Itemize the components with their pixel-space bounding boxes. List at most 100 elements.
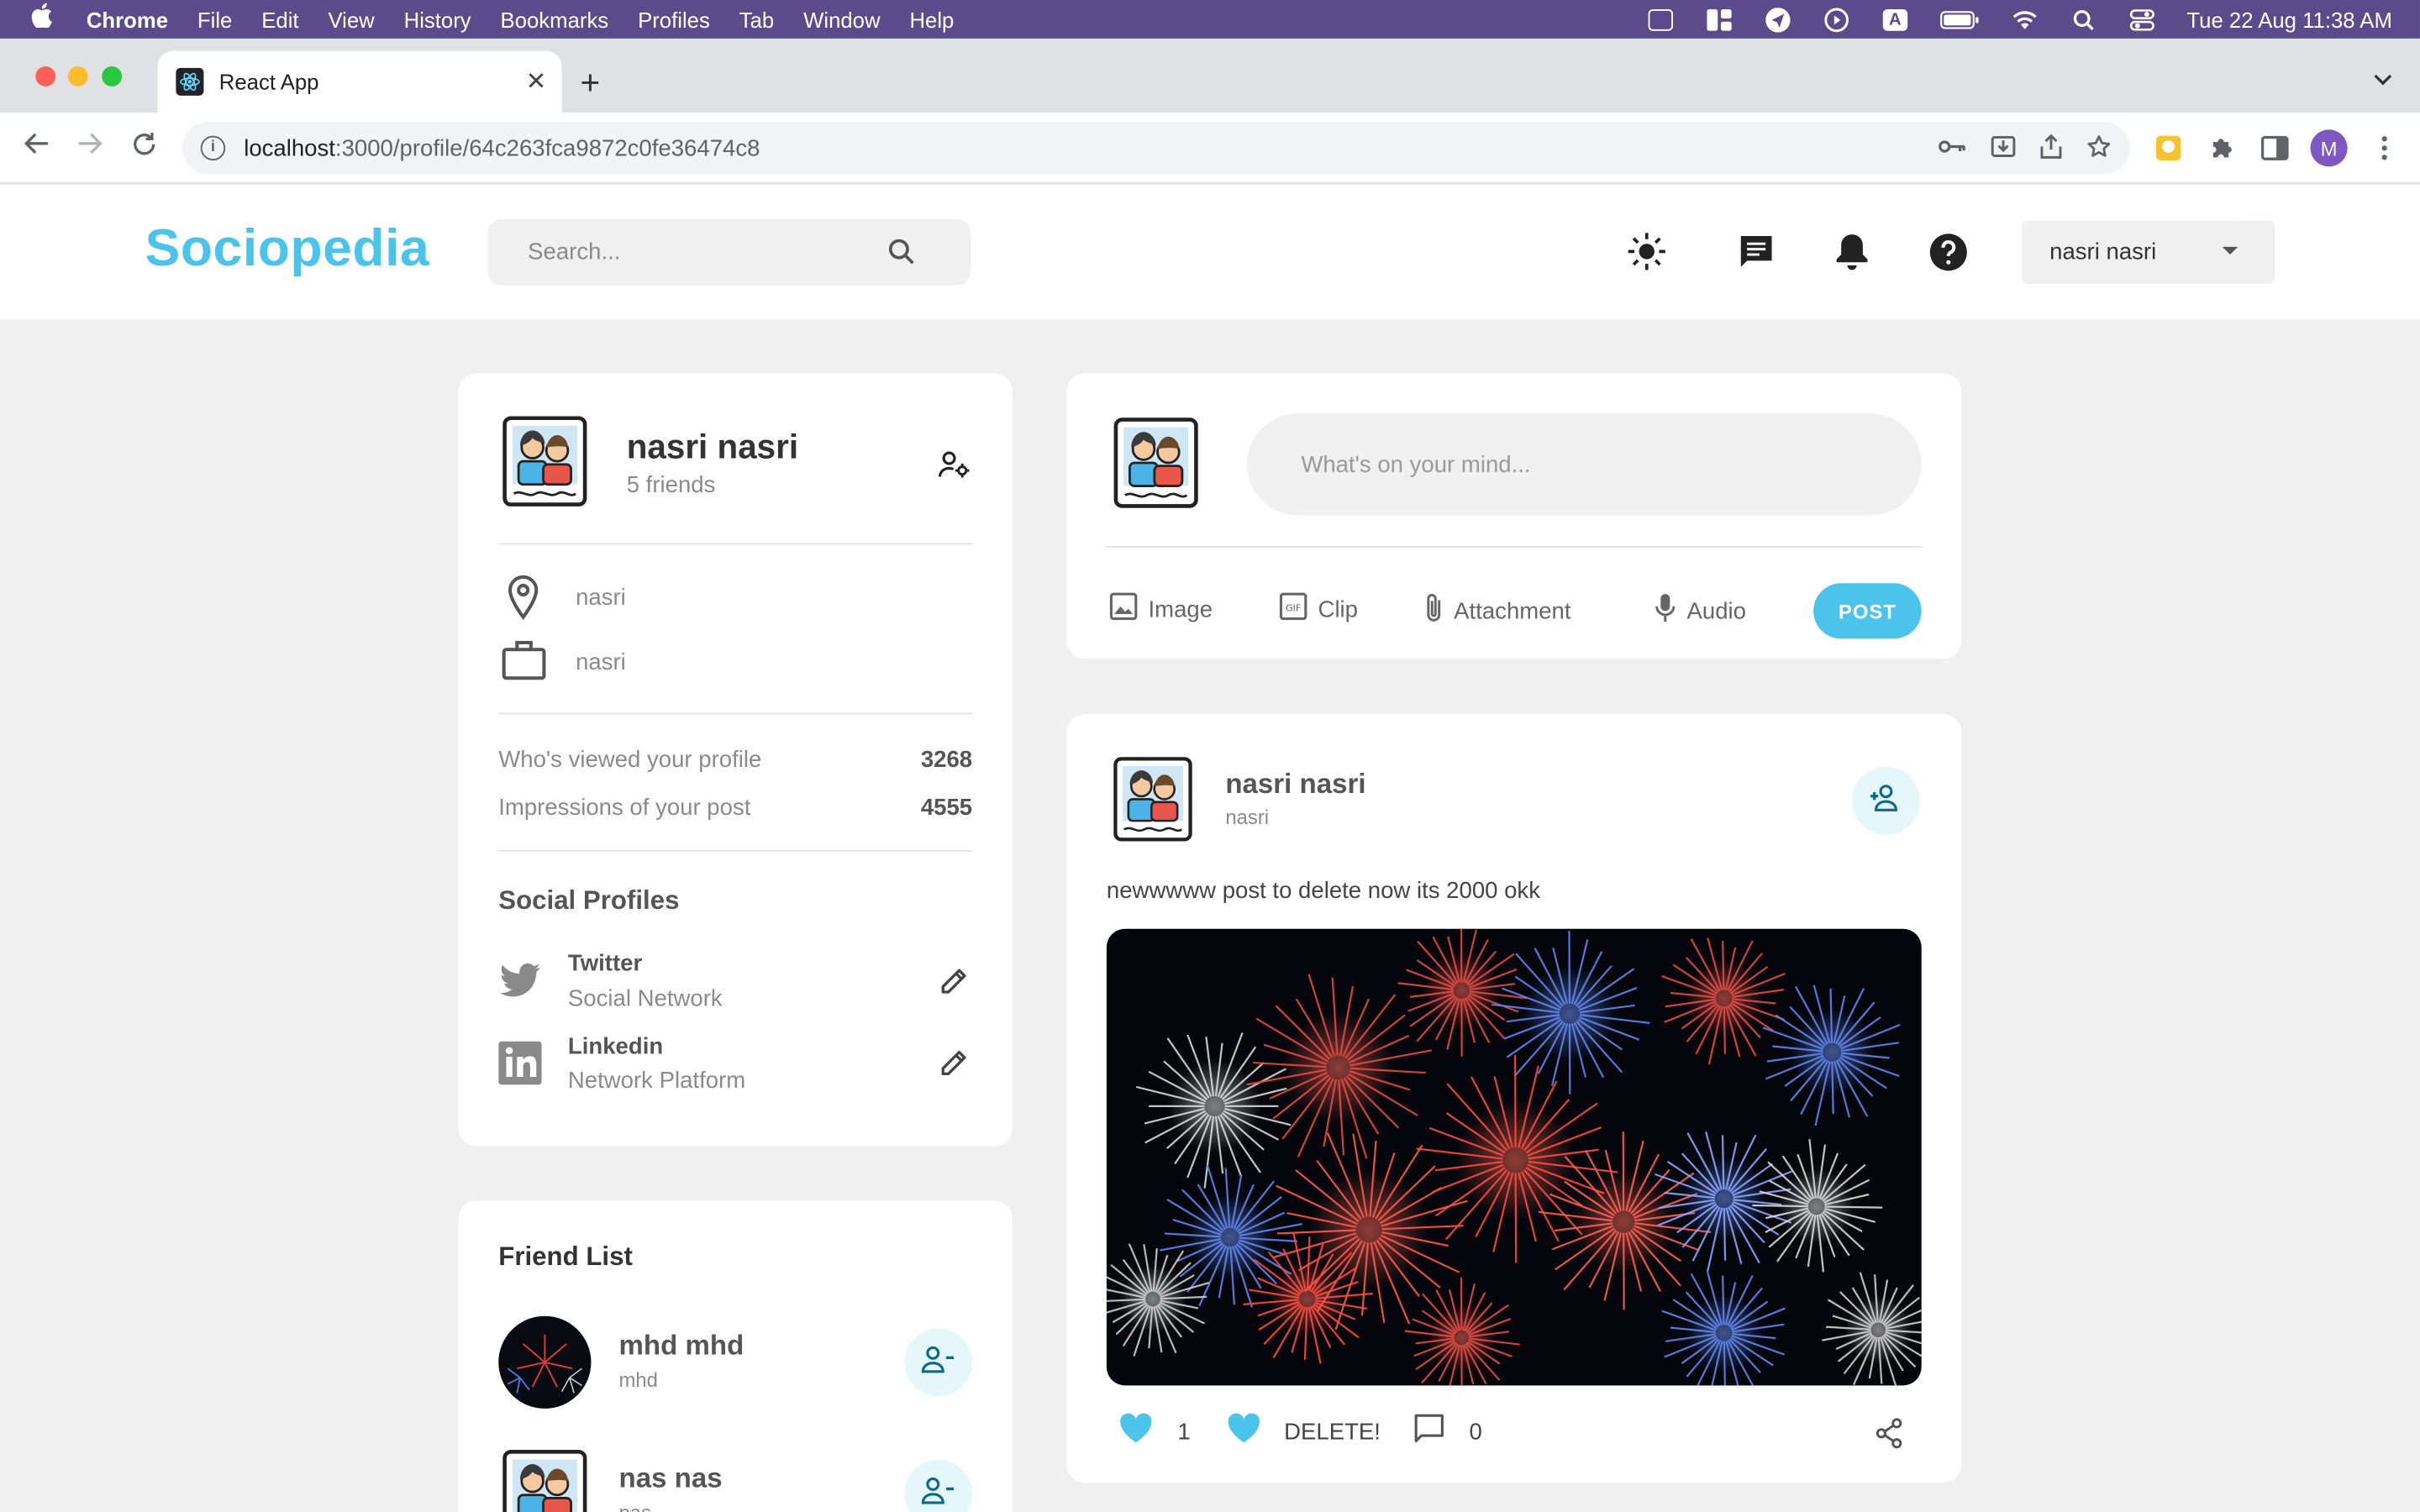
post-image-fireworks[interactable] (1106, 928, 1922, 1386)
extension-yellow-icon[interactable] (2151, 131, 2185, 165)
help-icon[interactable] (1928, 232, 1968, 272)
audio-label: Audio (1686, 597, 1746, 624)
bookmark-star-icon[interactable] (2086, 134, 2111, 167)
person-remove-icon (921, 1476, 955, 1511)
friend-avatar-fireworks[interactable] (498, 1315, 592, 1409)
menu-view[interactable]: View (328, 7, 374, 31)
work-briefcase-icon (502, 638, 546, 688)
remove-friend-button[interactable] (904, 1328, 973, 1397)
input-source-icon[interactable]: A (1881, 8, 1909, 30)
delete-post-group[interactable]: DELETE! (1227, 1413, 1381, 1450)
attach-file-button[interactable]: Attachment (1424, 592, 1571, 629)
send-status-icon[interactable] (1764, 7, 1791, 32)
add-friend-button[interactable] (1852, 766, 1920, 835)
window-minimize-button[interactable] (67, 66, 88, 87)
post-text-input[interactable]: What's on your mind... (1247, 413, 1922, 516)
post-card: nasri nasri nasri newwwww post to delete… (1066, 714, 1962, 1483)
comment-icon (1413, 1413, 1444, 1450)
profile-avatar[interactable]: M (2310, 129, 2348, 167)
search-placeholder: Search... (528, 239, 621, 265)
new-tab-button[interactable]: + (581, 63, 601, 103)
attachment-label: Attachment (1454, 597, 1571, 624)
comment-count: 0 (1469, 1418, 1482, 1446)
side-panel-icon[interactable] (2258, 131, 2291, 165)
messages-icon[interactable] (1736, 232, 1776, 272)
wifi-icon[interactable] (2011, 8, 2039, 30)
extensions-puzzle-icon[interactable] (2206, 131, 2239, 165)
friend-name[interactable]: nas nas (619, 1462, 723, 1495)
social-twitter-name[interactable]: Twitter (568, 950, 642, 976)
chrome-menu-icon[interactable] (2367, 131, 2401, 165)
react-favicon-icon (176, 67, 204, 96)
friend-sub: mhd (618, 1368, 658, 1392)
share-icon[interactable] (2040, 134, 2062, 167)
share-post-icon[interactable] (1876, 1418, 1903, 1457)
composer-actions: Image GIF Clip Attachment Audio (1107, 592, 1786, 629)
profile-card: nasri nasri 5 friends nasri nasri Who's … (458, 373, 1013, 1147)
tab-search-chevron-icon[interactable] (2374, 66, 2392, 91)
profile-avatar-image[interactable] (498, 413, 591, 509)
battery-icon[interactable] (1939, 8, 1981, 30)
browser-tab-active[interactable]: React App ✕ (157, 50, 562, 113)
image-label: Image (1148, 596, 1213, 623)
paperclip-icon (1424, 592, 1443, 629)
menu-edit[interactable]: Edit (261, 7, 298, 31)
window-close-button[interactable] (35, 66, 56, 87)
edit-linkedin-pencil-icon[interactable] (940, 1049, 968, 1084)
attach-clip-button[interactable]: GIF Clip (1279, 592, 1359, 626)
dark-mode-sun-icon[interactable] (1627, 232, 1667, 272)
play-status-icon[interactable] (1823, 7, 1850, 32)
delete-post-button[interactable]: DELETE! (1284, 1419, 1381, 1445)
edit-twitter-pencil-icon[interactable] (940, 968, 968, 1003)
clip-label: Clip (1318, 596, 1359, 623)
menu-bookmarks[interactable]: Bookmarks (501, 7, 609, 31)
menu-file[interactable]: File (197, 7, 232, 31)
menubar-clock[interactable]: Tue 22 Aug 11:38 AM (2186, 7, 2391, 31)
attach-image-button[interactable]: Image (1109, 592, 1213, 626)
url-path: :3000/profile/64c263fca9872c0fe36474c8 (334, 134, 760, 161)
user-select-dropdown[interactable]: nasri nasri (2022, 220, 2275, 284)
back-arrow-icon[interactable] (22, 131, 50, 164)
attach-audio-button[interactable]: Audio (1655, 592, 1746, 629)
divider (498, 543, 973, 545)
window-zoom-button[interactable] (102, 66, 123, 87)
apple-icon[interactable] (31, 3, 59, 36)
address-bar[interactable]: i localhost:3000/profile/64c263fca9872c0… (182, 122, 2130, 175)
like-heart-icon[interactable] (1119, 1413, 1153, 1450)
search-input[interactable]: Search... (487, 218, 971, 286)
drive-status-icon[interactable] (1647, 8, 1675, 30)
menu-app-name[interactable]: Chrome (87, 7, 168, 31)
image-icon (1109, 592, 1138, 626)
post-submit-button[interactable]: POST (1813, 583, 1922, 639)
menu-window[interactable]: Window (803, 7, 880, 31)
post-text: newwwww post to delete now its 2000 okk (1106, 878, 1540, 905)
spotlight-search-icon[interactable] (2070, 8, 2097, 30)
post-author-avatar[interactable] (1110, 753, 1197, 845)
dropdown-caret-icon (2222, 246, 2238, 255)
social-profiles-title: Social Profiles (498, 885, 680, 916)
site-info-icon[interactable]: i (200, 135, 226, 161)
reload-icon[interactable] (131, 131, 157, 165)
comments-group[interactable]: 0 (1413, 1413, 1482, 1450)
menu-profiles[interactable]: Profiles (638, 7, 710, 31)
password-key-icon[interactable] (1939, 134, 1966, 167)
profile-name[interactable]: nasri nasri (627, 428, 798, 468)
remove-friend-button[interactable] (904, 1459, 973, 1512)
friend-avatar-image[interactable] (498, 1447, 591, 1512)
social-linkedin-name[interactable]: Linkedin (568, 1034, 663, 1060)
menu-help[interactable]: Help (909, 7, 954, 31)
menu-history[interactable]: History (404, 7, 471, 31)
tab-close-icon[interactable]: ✕ (526, 66, 547, 97)
menu-tab[interactable]: Tab (739, 7, 774, 31)
install-app-icon[interactable] (1991, 134, 2016, 167)
manage-account-icon[interactable] (938, 450, 971, 486)
layout-status-icon[interactable] (1705, 8, 1733, 30)
composer-avatar-image[interactable] (1110, 413, 1202, 512)
control-center-icon[interactable] (2128, 8, 2156, 30)
friend-name[interactable]: mhd mhd (619, 1330, 744, 1362)
search-icon[interactable] (887, 238, 915, 271)
forward-arrow-icon[interactable] (77, 131, 105, 164)
notifications-bell-icon[interactable] (1832, 232, 1872, 272)
post-author-name[interactable]: nasri nasri (1225, 769, 1365, 801)
app-logo[interactable]: Sociopedia (145, 219, 430, 280)
